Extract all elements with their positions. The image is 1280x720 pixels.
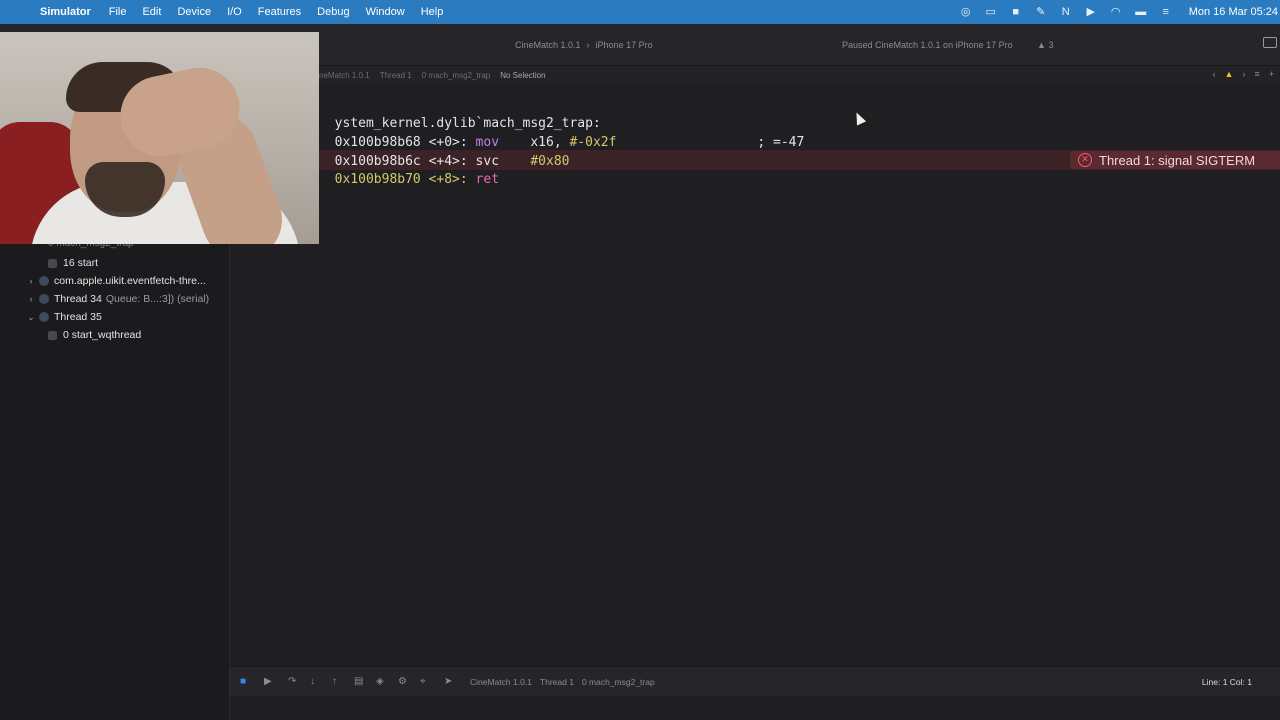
scheme-selector[interactable]: CineMatch 1.0.1 › iPhone 17 Pro	[515, 40, 653, 50]
console-area	[230, 696, 1280, 720]
warning-count: 3	[1048, 40, 1054, 50]
toggle-console-icon[interactable]: ■	[240, 676, 246, 687]
instruction-immediate: #0x80	[530, 154, 570, 169]
menu-window[interactable]: Window	[366, 6, 405, 18]
chevron-right-icon: ›	[586, 40, 590, 50]
disassembly-line[interactable]: 0x100b98b68 <+0>: mov x16, #-0x2f ; =-47	[319, 114, 805, 150]
chevron-down-icon[interactable]: ⌄	[25, 312, 37, 323]
list-icon[interactable]: ≡	[1254, 69, 1259, 79]
thread-icon	[39, 312, 49, 322]
error-badge[interactable]: ✕ Thread 1: signal SIGTERM	[1070, 151, 1280, 169]
menu-features[interactable]: Features	[258, 6, 301, 18]
focus-icon[interactable]: ◎	[958, 6, 974, 18]
status-area: ◎ ▭ ■ ✎ N ▶ ◠ ▬ ≡ Mon 16 Mar 05:24	[958, 0, 1280, 24]
view-hierarchy-icon[interactable]: ▤	[354, 676, 363, 687]
menu-debug[interactable]: Debug	[317, 6, 349, 18]
frame-icon	[48, 330, 57, 340]
frame-row-start-wqthread[interactable]: 0 start_wqthread	[0, 326, 230, 344]
memory-graph-icon[interactable]: ◈	[376, 676, 384, 687]
location-arrow-icon[interactable]: ➤	[444, 676, 452, 687]
screen-mirror-icon[interactable]: ▭	[983, 6, 999, 18]
warning-icon[interactable]: ▲	[1225, 69, 1234, 79]
instruction-opcode: ret	[475, 172, 500, 187]
notion-icon[interactable]: N	[1058, 6, 1074, 18]
menu-help[interactable]: Help	[421, 6, 444, 18]
disassembly-line[interactable]: 0x100b98b6c <+4>: svc #0x80	[319, 133, 570, 169]
thread-icon	[39, 276, 49, 286]
thread-label: com.apple.uikit.eventfetch-thre...	[54, 275, 206, 287]
instruction-address: 0x100b98b70 <+8>:	[334, 172, 468, 187]
jump-bar-controls: ‹ ▲ › ≡ +	[1204, 69, 1274, 79]
warning-indicator[interactable]: ▲ 3	[1037, 40, 1053, 50]
chevron-right-icon[interactable]: ›	[25, 276, 37, 286]
scheme-name: CineMatch 1.0.1	[515, 40, 581, 50]
menu-file[interactable]: File	[109, 6, 127, 18]
step-over-icon[interactable]: ↷	[288, 676, 296, 687]
menu-bar: Simulator File Edit Device I/O Features …	[0, 0, 1280, 24]
menu-edit[interactable]: Edit	[142, 6, 161, 18]
disassembly-line-current[interactable]: 0x100b98b70 <+8>: ret	[319, 151, 499, 187]
environment-icon[interactable]: ⚙	[398, 676, 407, 687]
error-message: Thread 1: signal SIGTERM	[1099, 152, 1256, 168]
chevron-left-icon[interactable]: ‹	[1213, 69, 1216, 79]
clock[interactable]: Mon 16 Mar 05:24	[1189, 6, 1278, 18]
jump-bar: neMatch 1.0.1 Thread 1 0 mach_msg2_trap …	[319, 66, 1280, 84]
debug-crumb-thread[interactable]: Thread 1	[540, 677, 574, 687]
add-icon[interactable]: +	[1269, 69, 1274, 79]
jump-crumb-target[interactable]: neMatch 1.0.1	[319, 71, 370, 80]
thread-row-eventfetch[interactable]: › com.apple.uikit.eventfetch-thre...	[0, 272, 230, 290]
instruction-comment: ; =-47	[757, 135, 805, 150]
chevron-right-icon[interactable]: ›	[1242, 69, 1245, 79]
play-circle-icon[interactable]: ▶	[1083, 6, 1099, 18]
webcam-overlay	[0, 32, 319, 244]
thread-queue-detail: Queue: B...:3]) (serial)	[105, 293, 210, 305]
app-menu-simulator[interactable]: Simulator	[40, 6, 91, 18]
wifi-icon[interactable]: ◠	[1108, 6, 1124, 18]
error-icon: ✕	[1078, 153, 1092, 167]
frame-row-start[interactable]: 16 start	[0, 254, 230, 272]
control-center-icon[interactable]: ≡	[1158, 6, 1174, 18]
simulate-location-icon[interactable]: ⌖	[420, 676, 426, 687]
debug-bar: ■ ▶ ↷ ↓ ↑ ▤ ◈ ⚙ ⌖ ➤ CineMatch 1.0.1 Thre…	[230, 666, 1280, 696]
sidebar-toggle-icon[interactable]	[1263, 37, 1277, 48]
debug-crumb-target[interactable]: CineMatch 1.0.1	[470, 677, 532, 687]
continue-icon[interactable]: ▶	[264, 676, 272, 687]
debug-crumb-frame[interactable]: 0 mach_msg2_trap	[582, 677, 655, 687]
frame-icon	[48, 258, 57, 268]
step-out-icon[interactable]: ↑	[332, 676, 337, 687]
step-into-icon[interactable]: ↓	[310, 676, 315, 687]
chevron-right-icon[interactable]: ›	[25, 294, 37, 304]
menu-device[interactable]: Device	[177, 6, 211, 18]
jump-crumb-selection[interactable]: No Selection	[500, 71, 545, 80]
disassembly-header: ystem_kernel.dylib`mach_msg2_trap:	[319, 95, 601, 131]
jump-crumb-frame[interactable]: 0 mach_msg2_trap	[422, 71, 490, 80]
activity-status: Paused CineMatch 1.0.1 on iPhone 17 Pro	[842, 40, 1013, 50]
frame-label: 16 start	[63, 257, 99, 269]
frame-label: 0 start_wqthread	[63, 329, 142, 341]
thread-label: Thread 34	[54, 293, 102, 305]
thread-icon	[39, 294, 49, 304]
warning-icon: ▲	[1037, 40, 1046, 50]
camera-icon[interactable]: ■	[1008, 6, 1024, 18]
destination-name: iPhone 17 Pro	[595, 40, 653, 50]
thread-label: Thread 35	[54, 311, 102, 323]
debug-breadcrumb: CineMatch 1.0.1 Thread 1 0 mach_msg2_tra…	[470, 677, 663, 687]
menu-io[interactable]: I/O	[227, 6, 242, 18]
instruction-immediate: #-0x2f	[569, 135, 617, 150]
jump-crumb-thread[interactable]: Thread 1	[380, 71, 412, 80]
battery-icon[interactable]: ▬	[1133, 6, 1149, 18]
thread-row-35[interactable]: ⌄ Thread 35	[0, 308, 230, 326]
thread-row-34[interactable]: › Thread 34 Queue: B...:3]) (serial)	[0, 290, 230, 308]
line-col-indicator: Line: 1 Col: 1	[1201, 677, 1252, 687]
pen-icon[interactable]: ✎	[1033, 6, 1049, 18]
